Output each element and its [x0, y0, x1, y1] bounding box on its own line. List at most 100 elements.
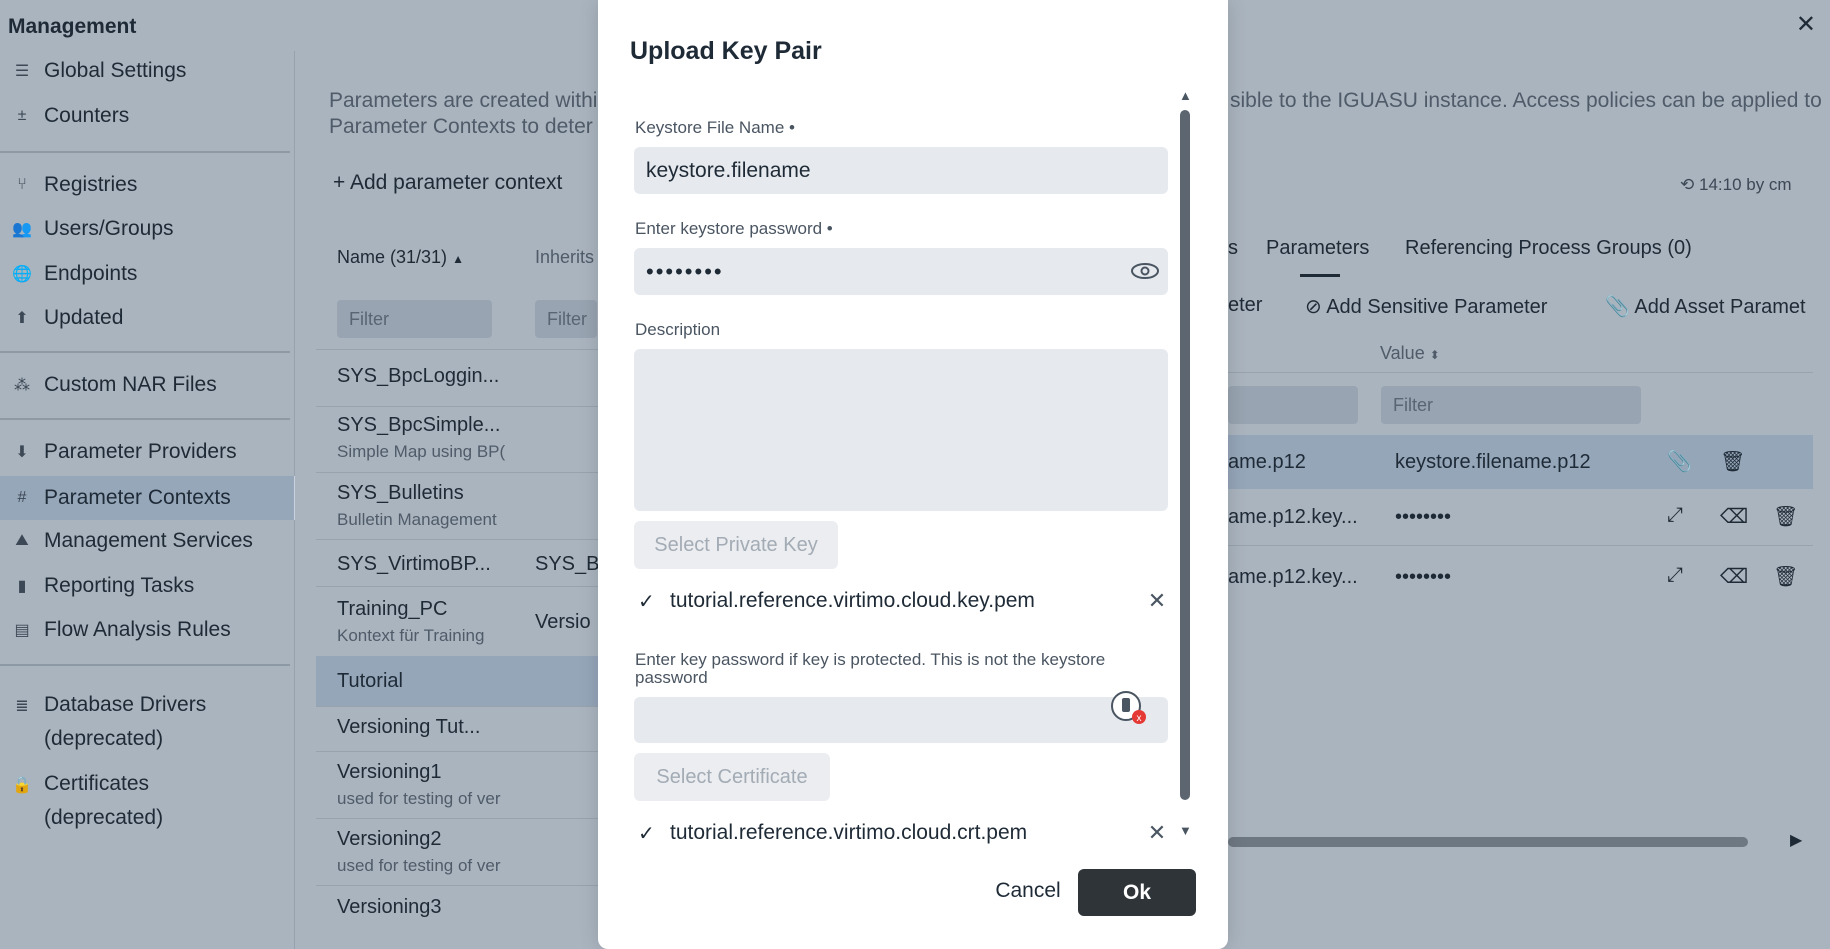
parameter-value: ••••••••	[1395, 506, 1452, 528]
sidebar-item-counters[interactable]: ± Counters	[0, 96, 294, 136]
keystore-file-name-input[interactable]: keystore.filename	[634, 147, 1168, 194]
sidebar-item-users-groups[interactable]: 👥 Users/Groups	[0, 209, 294, 249]
horizontal-scrollbar[interactable]	[1228, 837, 1748, 847]
name-filter-input[interactable]: Filter	[337, 300, 492, 338]
sidebar-item-updated[interactable]: ⬆ Updated	[0, 298, 294, 338]
value-filter-input[interactable]: Filter	[1381, 386, 1641, 424]
sidebar-item-custom-nar-files[interactable]: ⁂ Custom NAR Files	[0, 365, 294, 405]
eye-slash-icon: ⊘	[1305, 296, 1322, 318]
sidebar-item-parameter-providers[interactable]: ⬇ Parameter Providers	[0, 432, 294, 472]
context-name[interactable]: SYS_Bulletins	[337, 482, 464, 505]
divider	[316, 885, 598, 886]
context-name[interactable]: Training_PC	[337, 598, 447, 621]
sidebar-item-label: Counters	[44, 104, 130, 127]
sidebar-item-label: Updated	[44, 306, 124, 329]
key-password-input[interactable]	[634, 697, 1168, 743]
sidebar-item-reporting-tasks[interactable]: ▮ Reporting Tasks	[0, 566, 294, 606]
context-name[interactable]: Versioning1	[337, 761, 442, 784]
sidebar-item-parameter-contexts[interactable]: # Parameter Contexts	[0, 476, 297, 520]
sidebar-item-flow-analysis-rules[interactable]: ▤ Flow Analysis Rules	[0, 610, 294, 650]
sidebar-item-global-settings[interactable]: ☰ Global Settings	[0, 51, 294, 91]
globe-icon: 🌐	[12, 266, 32, 283]
private-key-file-name: tutorial.reference.virtimo.cloud.key.pem	[670, 589, 1035, 612]
sidebar-item-management-services[interactable]: ⛰ Management Services	[0, 521, 294, 561]
eraser-icon[interactable]: ⌫	[1720, 504, 1748, 529]
context-name[interactable]: SYS_BpcSimple...	[337, 414, 500, 437]
key-password-label: Enter key password if key is protected. …	[635, 650, 1106, 687]
eye-icon[interactable]	[1130, 258, 1160, 284]
context-name[interactable]: SYS_VirtimoBP...	[337, 553, 491, 576]
add-parameter-button-partial[interactable]: eter	[1228, 294, 1262, 317]
password-manager-icon[interactable]: x	[1110, 690, 1148, 726]
divider	[0, 351, 290, 353]
value-column-header[interactable]: Value ⬍	[1380, 343, 1440, 364]
parameter-name: ame.p12	[1228, 451, 1306, 473]
ok-button[interactable]: Ok	[1078, 869, 1196, 916]
name-column-header[interactable]: Name (31/31) ▲	[337, 247, 464, 268]
scroll-thumb[interactable]	[1180, 110, 1190, 800]
context-description: Kontext für Training	[337, 626, 485, 645]
dialog-scrollbar[interactable]: ▲ ▼	[1178, 88, 1192, 848]
tab-partial[interactable]: s	[1228, 237, 1238, 260]
tab-parameters[interactable]: Parameters	[1266, 237, 1369, 260]
expand-icon[interactable]: ⤢	[1667, 504, 1683, 527]
parameter-value: keystore.filename.p12	[1395, 451, 1591, 473]
sidebar-item-label: Users/Groups	[44, 217, 174, 240]
trash-icon[interactable]: 🗑	[1773, 564, 1798, 589]
context-name[interactable]: Versioning3	[337, 896, 442, 919]
name-filter-input[interactable]	[1228, 386, 1358, 424]
sidebar-item-label: Registries	[44, 173, 138, 196]
context-name[interactable]: SYS_BpcLoggin...	[337, 365, 499, 388]
certificate-file-row: ✓ tutorial.reference.virtimo.cloud.crt.p…	[638, 818, 1168, 848]
divider	[316, 472, 598, 473]
add-parameter-context-button[interactable]: + Add parameter context	[333, 171, 562, 195]
sidebar: ☰ Global Settings ± Counters ⑂ Registrie…	[0, 51, 297, 949]
keystore-password-label: Enter keystore password •	[635, 219, 833, 238]
services-icon: ⛰	[15, 532, 29, 549]
divider	[0, 664, 290, 666]
cancel-button[interactable]: Cancel	[988, 868, 1068, 914]
remove-icon[interactable]: ✕	[1146, 588, 1168, 614]
trash-icon[interactable]: 🗑	[1773, 504, 1798, 529]
paperclip-icon[interactable]: 📎	[1667, 449, 1692, 474]
add-sensitive-parameter-label: Add Sensitive Parameter	[1326, 296, 1548, 318]
sidebar-item-registries[interactable]: ⑂ Registries	[0, 165, 294, 205]
sidebar-item-endpoints[interactable]: 🌐 Endpoints	[0, 254, 294, 294]
parameter-name: ame.p12.key...	[1228, 506, 1358, 528]
trash-icon[interactable]: 🗑	[1720, 449, 1745, 474]
keystore-password-input[interactable]: ••••••••	[634, 248, 1168, 295]
context-name[interactable]: Versioning2	[337, 828, 442, 851]
arrow-circle-icon: ⬆	[15, 310, 29, 327]
sidebar-item-label: Global Settings	[44, 59, 187, 82]
select-private-key-button[interactable]: Select Private Key	[634, 521, 838, 569]
paperclip-icon: 📎	[1605, 296, 1630, 318]
add-sensitive-parameter-button[interactable]: ⊘ Add Sensitive Parameter	[1305, 294, 1547, 319]
dialog-title: Upload Key Pair	[630, 37, 822, 65]
context-name[interactable]: Tutorial	[337, 670, 403, 693]
close-icon[interactable]: ✕	[1796, 10, 1816, 39]
inherits-filter-input[interactable]: Filter	[535, 300, 597, 338]
expand-icon[interactable]: ⤢	[1667, 564, 1683, 587]
description-textarea[interactable]	[634, 349, 1168, 511]
sidebar-item-database-drivers[interactable]: ≣ Database Drivers (deprecated)	[0, 680, 294, 758]
remove-icon[interactable]: ✕	[1146, 820, 1168, 846]
sliders-icon: ☰	[14, 63, 30, 80]
sidebar-item-label: Parameter Providers	[44, 440, 237, 463]
tab-referencing-process-groups[interactable]: Referencing Process Groups (0)	[1405, 237, 1692, 260]
eraser-icon[interactable]: ⌫	[1720, 564, 1748, 589]
divider	[0, 418, 290, 420]
add-asset-parameter-button[interactable]: 📎 Add Asset Paramet	[1605, 294, 1806, 319]
select-certificate-button[interactable]: Select Certificate	[634, 753, 830, 801]
context-name[interactable]: Versioning Tut...	[337, 716, 480, 739]
scroll-up-icon[interactable]: ▲	[1179, 88, 1192, 103]
window-title: Management	[8, 15, 137, 38]
download-circle-icon: ⬇	[15, 444, 29, 461]
sidebar-item-sublabel: (deprecated)	[44, 806, 164, 829]
inherits-column-header[interactable]: Inherits	[535, 247, 594, 268]
divider	[316, 818, 598, 819]
scroll-down-icon[interactable]: ▼	[1179, 823, 1192, 838]
scroll-right-icon[interactable]: ▶	[1790, 830, 1802, 850]
sidebar-item-certificates[interactable]: 🔒 Certificates (deprecated)	[0, 759, 294, 837]
users-icon: 👥	[12, 221, 32, 238]
svg-text:x: x	[1137, 713, 1142, 724]
